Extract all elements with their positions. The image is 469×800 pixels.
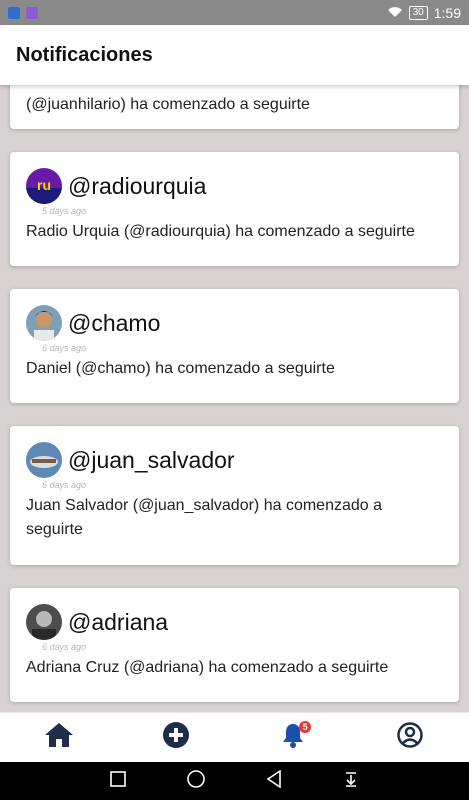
timestamp: 6 days ago <box>42 642 87 652</box>
back-icon[interactable] <box>266 769 282 793</box>
wifi-icon <box>387 5 403 21</box>
nav-profile-button[interactable] <box>390 718 430 758</box>
notification-card[interactable]: @juan_salvador 6 days ago Juan Salvador … <box>10 426 459 565</box>
notification-message: Daniel (@chamo) ha comenzado a seguirte <box>26 360 335 377</box>
add-circle-icon <box>162 722 189 753</box>
home-circle-icon[interactable] <box>187 769 205 793</box>
notification-message: (@juanhilario) ha comenzado a seguirte <box>26 96 310 113</box>
notification-card[interactable]: (@juanhilario) ha comenzado a seguirte <box>10 85 459 129</box>
avatar[interactable] <box>26 442 62 478</box>
notification-card[interactable]: ru @radiourquia 5 days ago Radio Urquia … <box>10 152 459 266</box>
home-icon <box>44 722 74 753</box>
system-navigation-bar <box>0 762 469 800</box>
clock: 1:59 <box>433 4 461 21</box>
notification-message: Radio Urquia (@radiourquia) ha comenzado… <box>26 223 415 240</box>
nav-add-button[interactable] <box>156 718 196 758</box>
svg-text:ru: ru <box>37 177 51 193</box>
bottom-navigation: 5 <box>0 712 469 762</box>
timestamp: 5 days ago <box>42 206 87 216</box>
app-bar: Notificaciones <box>0 25 469 85</box>
avatar[interactable] <box>26 305 62 341</box>
user-handle[interactable]: @adriana <box>68 609 168 636</box>
user-circle-icon <box>397 722 424 753</box>
nav-notifications-button[interactable]: 5 <box>273 718 313 758</box>
timestamp: 6 days ago <box>42 480 87 490</box>
notification-message: Juan Salvador (@juan_salvador) ha comenz… <box>26 497 383 538</box>
app-notification-icon <box>8 6 20 19</box>
app-notification-icon <box>26 6 38 19</box>
notification-badge: 5 <box>299 720 312 733</box>
user-handle[interactable]: @radiourquia <box>68 173 206 200</box>
notification-card[interactable]: @adriana 6 days ago Adriana Cruz (@adria… <box>10 588 459 702</box>
notification-message: Adriana Cruz (@adriana) ha comenzado a s… <box>26 659 389 676</box>
notification-shade-icon[interactable] <box>343 770 359 793</box>
timestamp: 6 days ago <box>42 343 87 353</box>
nav-home-button[interactable] <box>39 718 79 758</box>
avatar[interactable] <box>26 604 62 640</box>
status-bar: 30 1:59 <box>0 0 469 25</box>
recents-icon[interactable] <box>110 770 127 792</box>
notification-card[interactable]: @chamo 6 days ago Daniel (@chamo) ha com… <box>10 289 459 403</box>
user-handle[interactable]: @chamo <box>68 310 160 337</box>
page-title: Notificaciones <box>16 43 153 66</box>
user-handle[interactable]: @juan_salvador <box>68 447 235 474</box>
avatar[interactable]: ru <box>26 168 62 204</box>
notification-list[interactable]: (@juanhilario) ha comenzado a seguirte r… <box>0 85 469 712</box>
battery-indicator: 30 <box>408 5 428 20</box>
